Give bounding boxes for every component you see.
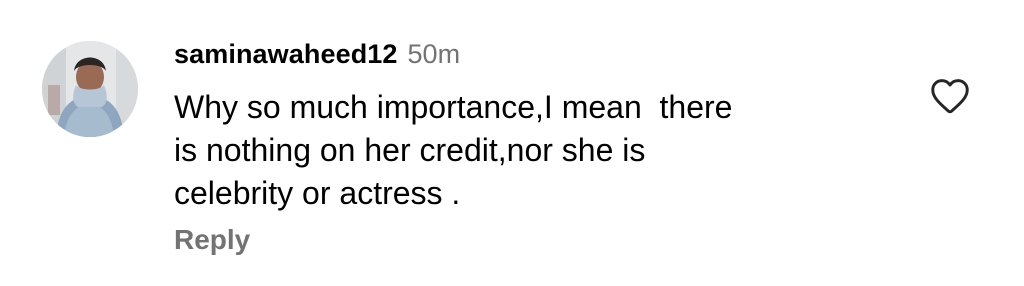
like-button[interactable] bbox=[926, 72, 974, 120]
username[interactable]: saminawaheed12 bbox=[174, 39, 398, 70]
timestamp: 50m bbox=[407, 38, 461, 69]
heart-outline-icon bbox=[931, 79, 969, 114]
avatar-image bbox=[42, 41, 138, 137]
comment-text: Why so much importance,I mean there is n… bbox=[174, 89, 733, 211]
comment-header: saminawaheed12 50m bbox=[174, 34, 460, 74]
comment-item: saminawaheed12 50m Why so much importanc… bbox=[0, 0, 1024, 286]
avatar[interactable] bbox=[42, 41, 138, 137]
reply-button[interactable]: Reply bbox=[174, 224, 250, 256]
